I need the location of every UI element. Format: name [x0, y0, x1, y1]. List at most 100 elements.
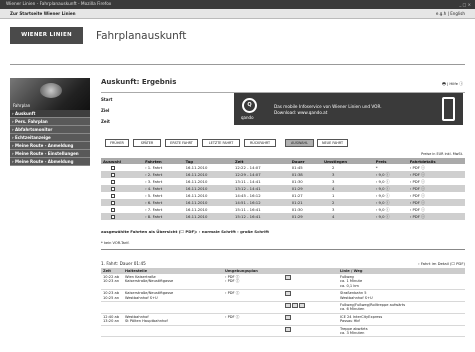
det-zeit: [101, 301, 123, 314]
det-haltestelle: [123, 301, 223, 314]
det-linie: Fußweg ca. 1 Minute ca. 0,1 km: [338, 274, 465, 291]
select-checkbox[interactable]: [111, 187, 115, 191]
sidebar-item-route-einstellungen[interactable]: › Meine Route - Einstellungen: [10, 150, 90, 158]
detail-pdf-link[interactable]: › Fahrt im Detail (☐ PDF): [418, 261, 465, 266]
cell-preis[interactable]: *: [374, 164, 408, 171]
window-controls[interactable]: _ □ ×: [459, 0, 471, 9]
spaeter-button[interactable]: SPÄTER: [133, 139, 161, 147]
cell-umstiegen: 2: [322, 199, 374, 206]
home-link[interactable]: Zur Startseite Wiener Linien: [10, 11, 76, 16]
table-row[interactable]: › 4. Fahrt 16.11.2010 13:12 - 14:41 01:2…: [101, 185, 465, 192]
pdf-link[interactable]: › PDF ⓘ: [408, 164, 465, 171]
select-checkbox[interactable]: [111, 215, 115, 219]
cell-preis[interactable]: › 9,0 ⓘ: [373, 213, 408, 220]
detail-title: 1. Fahrt: Dauer 01:45: [101, 261, 146, 266]
selection-overview-links[interactable]: ausgewählte Fahrten als Übersicht (☐ PDF…: [101, 229, 269, 234]
pdf-link[interactable]: › PDF ⓘ: [407, 213, 465, 220]
pdf-link[interactable]: › PDF ⓘ: [407, 199, 465, 206]
action-button-row: FRÜHER SPÄTER ERSTE FAHRT LETZTE FAHRT R…: [101, 139, 465, 149]
qando-ad-banner[interactable]: Q qando Das mobile Infoservice von Wiene…: [234, 93, 463, 125]
sidebar-item-route-anmeldung[interactable]: › Meine Route - Anmeldung: [10, 142, 90, 150]
cell-umstiegen: 2: [332, 165, 335, 170]
detail-row: Treppe abwärts ca. 3 Minuten: [101, 325, 465, 338]
auswahl-button[interactable]: AUSWAHL: [285, 139, 314, 147]
frueher-button[interactable]: FRÜHER: [105, 139, 129, 147]
cell-tag: 16.11.2010: [183, 171, 233, 178]
select-checkbox[interactable]: [111, 208, 115, 212]
cell-tag: 16.11.2010: [185, 165, 208, 170]
cell-preis[interactable]: › 9,0 ⓘ: [373, 171, 408, 178]
phone-icon: [442, 97, 455, 121]
cell-zeit: 13:11 - 14:41: [234, 179, 261, 184]
select-checkbox[interactable]: [111, 173, 115, 177]
sidebar-item-route-abmeldung[interactable]: › Meine Route - Abmeldung: [10, 158, 90, 166]
tram-icon: [285, 291, 291, 297]
fahrt-link[interactable]: › 8. Fahrt: [143, 213, 184, 220]
sidebar-item-pers-fahrplan[interactable]: › Pers. Fahrplan: [10, 118, 90, 126]
fahrt-link[interactable]: › 2. Fahrt: [143, 171, 184, 178]
select-checkbox[interactable]: [111, 166, 115, 170]
print-help-tools[interactable]: 🖶 | Hilfe ⓘ: [442, 81, 463, 88]
fahrt-link[interactable]: › 7. Fahrt: [143, 206, 184, 213]
det-linie: Straßenbahn 5 Westbahnhof S+U: [338, 289, 465, 303]
table-row[interactable]: › 1. Fahrt 16.11.2010 12:22 - 14:07 01:4…: [101, 164, 465, 171]
pdf-link[interactable]: › PDF ⓘ: [407, 171, 465, 178]
fahrt-link[interactable]: › 5. Fahrt: [143, 192, 184, 199]
cell-preis[interactable]: › 9,0 ⓘ: [374, 206, 408, 213]
qando-logo-icon: Q: [242, 98, 257, 113]
cell-preis[interactable]: › 9,0 ⓘ: [373, 185, 408, 192]
wiener-linien-logo[interactable]: WIENER LINIEN: [10, 27, 83, 44]
table-row[interactable]: › 7. Fahrt 16.11.2010 15:11 - 16:41 01:3…: [101, 206, 465, 213]
sidebar-item-abfahrtsmonitor[interactable]: › Abfahrtsmonitor: [10, 126, 90, 134]
rueckfahrt-button[interactable]: RÜCKFAHRT: [244, 139, 276, 147]
pdf-link[interactable]: › PDF ⓘ: [408, 206, 465, 213]
header-banner: WIENER LINIEN Fahrplanauskunft: [0, 20, 475, 56]
sidebar-image-graphic: [40, 83, 62, 98]
sidebar-item-echtzeitanzeige[interactable]: › Echtzeitanzeige: [10, 134, 90, 142]
table-row[interactable]: › 2. Fahrt 16.11.2010 12:29 - 14:07 01:3…: [101, 171, 465, 178]
neue-fahrt-button[interactable]: NEUE FAHRT: [317, 139, 348, 147]
sidebar-item-auskunft[interactable]: › Auskunft: [10, 110, 90, 118]
fahrt-link[interactable]: › 4. Fahrt: [143, 185, 184, 192]
pdf-link[interactable]: › PDF ⓘ: [408, 192, 465, 199]
select-checkbox[interactable]: [111, 180, 115, 184]
header-divider: [10, 64, 465, 65]
det-linie: ICE 24 InterCityExpress Passau Hbf: [338, 313, 465, 326]
sidebar-image-label: Fahrplan: [13, 103, 31, 108]
table-row[interactable]: › 5. Fahrt 16.11.2010 14:45 - 16:12 01:2…: [101, 192, 465, 199]
det-plan-link[interactable]: › PDF ⓘ: [223, 313, 283, 326]
ad-line-2: Download: www.qando.at: [274, 110, 328, 115]
select-checkbox[interactable]: [111, 201, 115, 205]
table-row[interactable]: › 6. Fahrt 16.11.2010 14:51 - 16:12 01:2…: [101, 199, 465, 206]
cell-zeit: 15:12 - 16:41: [232, 213, 290, 220]
fahrt-link[interactable]: › 1. Fahrt: [143, 164, 184, 171]
cell-preis[interactable]: › 9,0 ⓘ: [374, 178, 408, 185]
price-note: Preise in EUR inkl. MwSt.: [421, 152, 463, 156]
cell-dauer: 01:21: [289, 199, 323, 206]
cell-umstiegen: 1: [332, 193, 335, 198]
table-row[interactable]: › 8. Fahrt 16.11.2010 15:12 - 16:41 01:2…: [101, 213, 465, 220]
select-checkbox[interactable]: [111, 194, 115, 198]
det-zeit: 10:22 ab 10:23 an: [101, 274, 123, 291]
fahrt-link[interactable]: › 3. Fahrt: [143, 178, 184, 185]
det-plan-link[interactable]: › PDF ⓘ › PDF ⓘ: [223, 274, 283, 291]
walk-icon: [285, 275, 291, 280]
fahrt-link[interactable]: › 6. Fahrt: [143, 199, 184, 206]
main-content: Auskunft: Ergebnis 🖶 | Hilfe ⓘ Start Zie…: [101, 78, 465, 338]
det-plan-link[interactable]: › PDF ⓘ: [223, 289, 283, 303]
cell-zeit: 14:51 - 16:12: [232, 199, 290, 206]
pdf-link[interactable]: › PDF ⓘ: [407, 185, 465, 192]
letzte-fahrt-button[interactable]: LETZTE FAHRT: [202, 139, 240, 147]
erste-fahrt-button[interactable]: ERSTE FAHRT: [165, 139, 198, 147]
language-switch[interactable]: e.g.h | English: [436, 9, 465, 19]
detail-row: Fußweg/Fußweg/Rolltreppe aufwärts ca. 6 …: [101, 301, 465, 314]
cell-tag: 16.11.2010: [183, 213, 233, 220]
cell-preis[interactable]: › 9,0 ⓘ: [373, 199, 408, 206]
cell-umstiegen: 3: [332, 179, 335, 184]
footnote: * kein VOR-Tarif.: [101, 241, 130, 245]
table-row[interactable]: › 3. Fahrt 16.11.2010 13:11 - 14:41 01:3…: [101, 178, 465, 185]
cell-dauer: 01:27: [291, 193, 303, 198]
cell-preis[interactable]: › 9,0 ⓘ: [374, 192, 408, 199]
pdf-link[interactable]: › PDF ⓘ: [408, 178, 465, 185]
zeit-label: Zeit: [101, 119, 110, 124]
